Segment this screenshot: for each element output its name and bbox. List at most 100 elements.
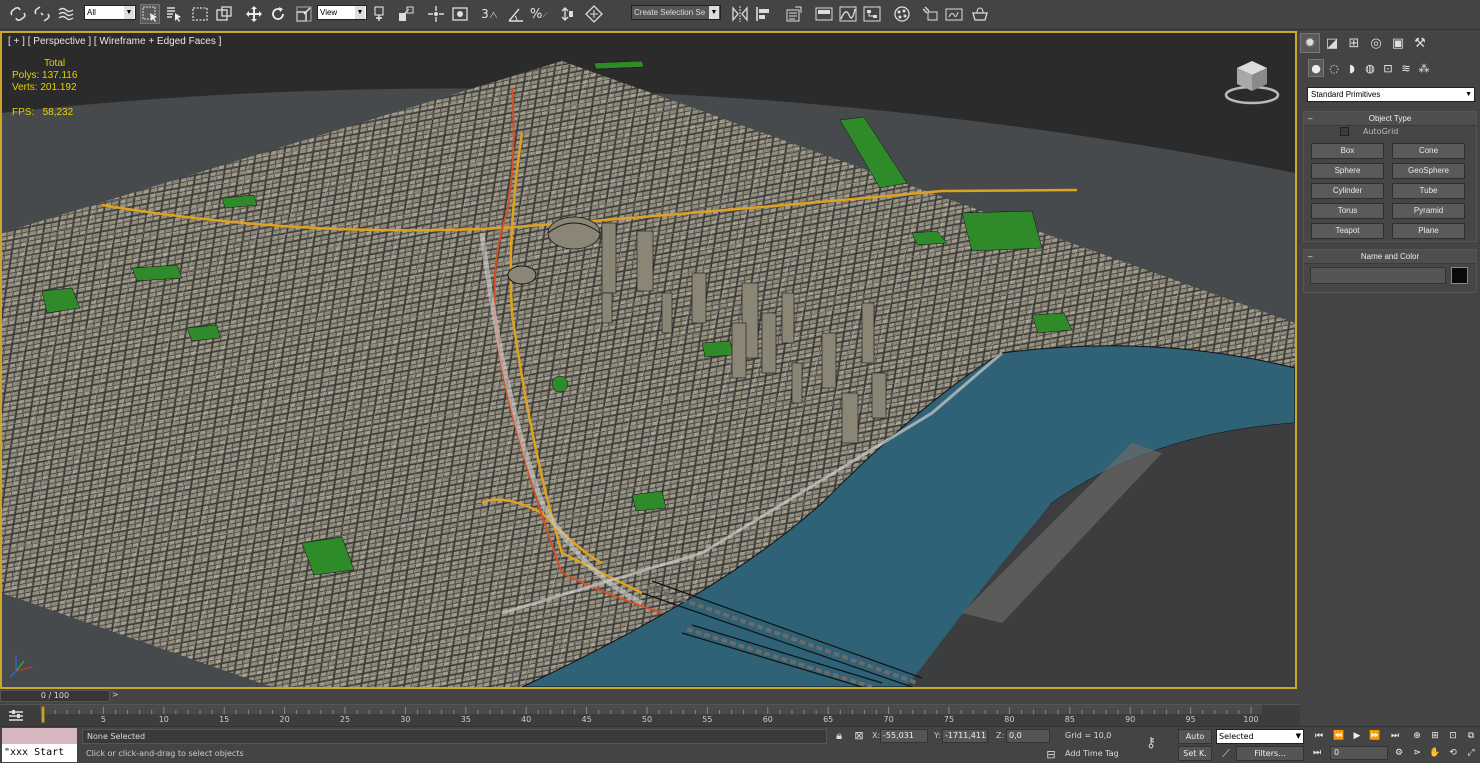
select-by-name-icon[interactable] — [164, 4, 184, 24]
rendered-frame-window-icon[interactable] — [944, 4, 964, 24]
z-coordinate-field[interactable]: 0,0 — [1006, 729, 1050, 743]
select-and-manipulate-icon[interactable] — [396, 4, 416, 24]
add-time-tag-button[interactable]: Add Time Tag — [1062, 747, 1138, 761]
go-to-start-icon[interactable]: ⏮ — [1312, 729, 1326, 743]
maxscript-listener[interactable]: "xxx Start — [2, 728, 77, 762]
systems-category-icon[interactable]: ⁂ — [1416, 59, 1432, 77]
helpers-category-icon[interactable]: ⊡ — [1380, 59, 1396, 77]
time-slider-thumb[interactable] — [41, 706, 45, 723]
material-editor-icon[interactable] — [892, 4, 912, 24]
next-frame-button[interactable]: > — [112, 690, 119, 699]
collapse-toggle[interactable]: – — [1308, 112, 1312, 125]
autogrid-checkbox-box[interactable] — [1340, 127, 1349, 136]
edit-named-selection-sets-icon[interactable] — [584, 4, 604, 24]
use-pivot-center-icon[interactable] — [372, 4, 392, 24]
torus-button[interactable]: Torus — [1311, 203, 1384, 219]
render-production-icon[interactable] — [970, 4, 990, 24]
cone-button[interactable]: Cone — [1392, 143, 1465, 159]
maxscript-listener-input[interactable]: "xxx Start — [2, 744, 77, 762]
schematic-view-icon[interactable] — [862, 4, 882, 24]
city-scene[interactable] — [2, 33, 1295, 687]
object-name-field[interactable] — [1310, 267, 1446, 284]
select-object-icon[interactable] — [140, 4, 160, 24]
cylinder-button[interactable]: Cylinder — [1311, 183, 1384, 199]
snaps-3d-icon[interactable]: 3 — [480, 4, 500, 24]
time-tag-icon[interactable]: ⊟ — [1044, 748, 1058, 762]
set-key-button[interactable]: Set K. — [1178, 746, 1212, 761]
toggle-layer-explorer-icon[interactable] — [814, 4, 834, 24]
box-button[interactable]: Box — [1311, 143, 1384, 159]
create-tab-icon[interactable]: ✹ — [1300, 33, 1320, 53]
rectangular-selection-region-icon[interactable] — [190, 4, 210, 24]
modify-tab-icon[interactable]: ◪ — [1322, 33, 1342, 53]
key-mode-icon[interactable]: ⏭ — [1310, 746, 1324, 760]
collapse-toggle[interactable]: – — [1308, 250, 1312, 263]
percent-snap-toggle-icon[interactable]: % — [530, 4, 550, 24]
select-and-scale-icon[interactable] — [294, 4, 314, 24]
auto-key-button[interactable]: Auto — [1178, 729, 1212, 744]
field-of-view-icon[interactable]: ⋗ — [1410, 746, 1424, 760]
zoom-icon[interactable]: ⊕ — [1410, 729, 1424, 743]
zoom-extents-icon[interactable]: ⊡ — [1446, 729, 1460, 743]
window-crossing-icon[interactable] — [214, 4, 234, 24]
object-color-swatch[interactable] — [1451, 267, 1468, 284]
teapot-button[interactable]: Teapot — [1311, 223, 1384, 239]
maximize-viewport-toggle-icon[interactable]: ⤢ — [1464, 746, 1478, 760]
zoom-all-icon[interactable]: ⊞ — [1428, 729, 1442, 743]
mirror-icon[interactable] — [730, 4, 750, 24]
geometry-category-icon[interactable]: ● — [1308, 59, 1324, 77]
absolute-mode-transform-icon[interactable]: ⊠ — [852, 729, 866, 743]
named-selection-sets-dropdown[interactable]: Create Selection Se ▼ — [631, 5, 721, 20]
y-coordinate-field[interactable]: -1711,411 — [942, 729, 988, 743]
object-type-header[interactable]: – Object Type — [1304, 112, 1476, 126]
selection-filter-dropdown[interactable]: All ▼ — [84, 5, 136, 20]
go-to-end-icon[interactable]: ⏭ — [1388, 729, 1402, 743]
timeline-ruler[interactable]: 5 10 15 20 25 30 35 40 45 50 55 60 65 70 75 80 85 90 95 100 — [40, 705, 1262, 727]
snaps-toggle-icon[interactable] — [450, 4, 470, 24]
angle-snap-toggle-icon[interactable] — [506, 4, 526, 24]
play-icon[interactable]: ▶ — [1350, 729, 1364, 743]
keyboard-shortcut-override-icon[interactable] — [426, 4, 446, 24]
spinner-snap-toggle-icon[interactable] — [556, 4, 576, 24]
key-mode-toggle-icon[interactable]: ⟋ — [1219, 747, 1233, 761]
autogrid-checkbox[interactable]: AutoGrid — [1340, 127, 1398, 136]
plane-button[interactable]: Plane — [1392, 223, 1465, 239]
select-and-rotate-icon[interactable] — [268, 4, 288, 24]
x-coordinate-field[interactable]: -55,031 — [880, 729, 928, 743]
utilities-tab-icon[interactable]: ⚒ — [1410, 33, 1430, 53]
align-icon[interactable] — [754, 4, 774, 24]
open-mini-curve-editor-icon[interactable] — [8, 709, 24, 723]
current-frame-field[interactable]: 0 — [1330, 746, 1388, 760]
bind-to-space-warp-icon[interactable] — [56, 4, 76, 24]
name-and-color-header[interactable]: – Name and Color — [1304, 250, 1476, 264]
time-configuration-icon[interactable]: ⚙ — [1392, 746, 1406, 760]
render-setup-icon[interactable] — [920, 4, 940, 24]
maxscript-listener-output[interactable] — [2, 728, 77, 744]
next-frame-icon[interactable]: ⏩ — [1368, 729, 1382, 743]
space-warps-category-icon[interactable]: ≋ — [1398, 59, 1414, 77]
orbit-icon[interactable]: ⟲ — [1446, 746, 1460, 760]
sphere-button[interactable]: Sphere — [1311, 163, 1384, 179]
display-tab-icon[interactable]: ▣ — [1388, 33, 1408, 53]
time-slider[interactable]: 0 / 100 — [0, 690, 110, 702]
primitive-type-dropdown[interactable]: Standard Primitives ▼ — [1307, 87, 1475, 102]
select-and-move-icon[interactable] — [244, 4, 264, 24]
perspective-viewport[interactable]: [ + ] [ Perspective ] [ Wireframe + Edge… — [0, 31, 1297, 689]
viewcube-icon[interactable] — [1223, 57, 1281, 105]
pyramid-button[interactable]: Pyramid — [1392, 203, 1465, 219]
selection-lock-icon[interactable]: 🔒︎ — [832, 729, 846, 743]
hierarchy-tab-icon[interactable]: ⊞ — [1344, 33, 1364, 53]
viewport-label[interactable]: [ + ] [ Perspective ] [ Wireframe + Edge… — [8, 36, 221, 47]
lights-category-icon[interactable]: ◗ — [1344, 59, 1360, 77]
unlink-selection-icon[interactable] — [32, 4, 52, 24]
motion-tab-icon[interactable]: ◎ — [1366, 33, 1386, 53]
zoom-extents-all-icon[interactable]: ⧉ — [1464, 729, 1478, 743]
reference-coordinate-dropdown[interactable]: View ▼ — [317, 5, 367, 20]
curve-editor-icon[interactable] — [838, 4, 858, 24]
key-filters-button[interactable]: Filters... — [1236, 746, 1304, 761]
key-filter-dropdown[interactable]: Selected ▼ — [1216, 729, 1304, 744]
cameras-category-icon[interactable]: ◍ — [1362, 59, 1378, 77]
geosphere-button[interactable]: GeoSphere — [1392, 163, 1465, 179]
set-key-icon[interactable]: ⚷ — [1146, 735, 1170, 751]
pan-view-icon[interactable]: ✋ — [1428, 746, 1442, 760]
